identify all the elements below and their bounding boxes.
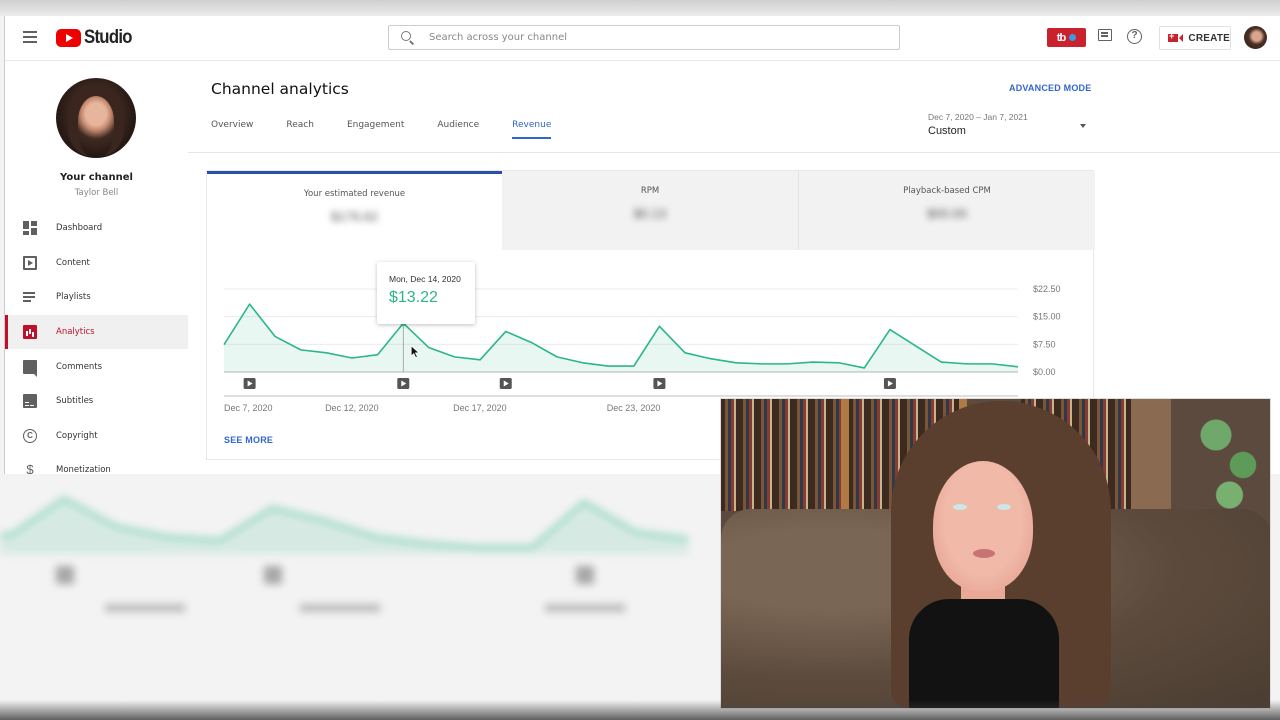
see-more-button[interactable]: SEE MORE <box>224 435 273 445</box>
sidebar-item-label: Subtitles <box>56 396 94 407</box>
feedback-icon <box>1098 29 1112 41</box>
presenter-face <box>933 461 1033 591</box>
studio-logo[interactable]: Studio <box>56 27 138 49</box>
tubebuddy-label: tb <box>1056 31 1066 44</box>
sidebar-item-label: Dashboard <box>56 223 103 234</box>
account-avatar[interactable] <box>1244 26 1267 49</box>
x-tick-label: Dec 12, 2020 <box>325 403 379 413</box>
sidebar-nav: Dashboard Content Playlists Analytics Co… <box>5 211 188 474</box>
sidebar-item-label: Playlists <box>56 292 91 303</box>
sidebar-item-label: Monetization <box>56 465 111 474</box>
date-range-picker[interactable]: Dec 7, 2020 – Jan 7, 2021 Custom <box>928 112 1088 137</box>
blurred-chart-background <box>0 474 720 720</box>
tab-engagement[interactable]: Engagement <box>347 120 404 139</box>
y-tick-label: $7.50 <box>1033 339 1056 349</box>
chart-tooltip: Mon, Dec 14, 2020 $13.22 <box>377 262 475 324</box>
advanced-mode-button[interactable]: ADVANCED MODE <box>1009 83 1091 93</box>
sidebar-item-label: Copyright <box>56 430 98 441</box>
brand-label: Studio <box>84 27 132 48</box>
create-label: CREATE <box>1188 32 1230 44</box>
blurred-chart <box>0 496 689 612</box>
menu-icon[interactable] <box>23 31 37 43</box>
wall <box>1131 399 1171 511</box>
tooltip-value: $13.22 <box>389 289 438 306</box>
search-icon[interactable] <box>401 30 415 45</box>
sidebar-item-label: Content <box>56 257 90 268</box>
plant <box>1180 399 1270 519</box>
feedback-button[interactable] <box>1098 29 1116 47</box>
presenter-mouth <box>973 549 995 558</box>
tab-revenue[interactable]: Revenue <box>512 120 552 139</box>
y-tick-label: $15.00 <box>1033 312 1061 322</box>
channel-name: Taylor Bell <box>74 188 119 198</box>
dollar-icon: $ <box>26 462 34 474</box>
comments-icon <box>23 359 37 377</box>
presenter-video <box>720 398 1271 709</box>
video-camera-add-icon <box>1168 31 1184 42</box>
tabs-divider <box>188 152 1280 153</box>
youtube-play-logo-icon <box>56 29 81 47</box>
x-tick-label: Dec 23, 2020 <box>607 403 661 413</box>
y-tick-label: $22.50 <box>1033 284 1061 294</box>
create-button[interactable]: CREATE <box>1159 26 1231 50</box>
sidebar-item-subtitles[interactable]: Subtitles <box>5 384 188 419</box>
top-header: Studio tb ? CREATE <box>5 16 1280 61</box>
presenter-eye <box>997 504 1011 510</box>
status-dot-icon <box>1069 34 1077 41</box>
tab-overview[interactable]: Overview <box>211 120 253 139</box>
sidebar-item-playlists[interactable]: Playlists <box>5 280 188 315</box>
help-button[interactable]: ? <box>1127 29 1145 47</box>
analytics-icon <box>23 325 37 340</box>
bottom-shadow <box>0 700 1280 720</box>
blurred-date-label <box>545 604 625 612</box>
sidebar-item-monetization[interactable]: $ Monetization <box>5 453 188 474</box>
blurred-video-marker <box>264 566 282 584</box>
copyright-icon: C <box>23 428 37 443</box>
blurred-video-marker <box>576 566 594 584</box>
sidebar-item-label: Comments <box>56 361 103 372</box>
page-title: Channel analytics <box>211 80 349 98</box>
blurred-date-label <box>105 604 185 612</box>
channel-avatar[interactable] <box>56 78 136 158</box>
channel-title: Your channel <box>60 172 133 183</box>
tab-audience[interactable]: Audience <box>437 120 479 139</box>
shelf-frame <box>841 399 849 511</box>
dashboard-icon <box>23 221 37 236</box>
tab-reach[interactable]: Reach <box>286 120 314 139</box>
browser-top-strip <box>0 0 1280 16</box>
date-range-preset: Custom <box>928 125 966 137</box>
tubebuddy-button[interactable]: tb <box>1047 28 1086 47</box>
x-tick-label: Dec 17, 2020 <box>453 403 507 413</box>
x-tick-label: Dec 7, 2020 <box>224 403 273 413</box>
dropdown-caret-icon <box>1080 124 1086 128</box>
search-input[interactable] <box>429 32 869 43</box>
sidebar-item-comments[interactable]: Comments <box>5 349 188 384</box>
screen-frame: Studio tb ? CREATE Your channel Taylor B… <box>0 0 1280 720</box>
presenter-eye <box>953 504 967 510</box>
presenter-shirt <box>909 599 1059 708</box>
tooltip-date: Mon, Dec 14, 2020 <box>389 274 461 284</box>
sidebar-item-copyright[interactable]: C Copyright <box>5 419 188 454</box>
y-tick-label: $0.00 <box>1033 367 1056 377</box>
bookshelf <box>721 399 841 511</box>
search-bar[interactable] <box>388 25 900 50</box>
sidebar-item-dashboard[interactable]: Dashboard <box>5 211 188 246</box>
content-icon <box>23 255 37 270</box>
playlists-icon <box>23 290 37 305</box>
date-range-dates: Dec 7, 2020 – Jan 7, 2021 <box>928 112 1028 122</box>
blurred-video-marker <box>56 566 74 584</box>
sidebar-item-analytics[interactable]: Analytics <box>5 314 188 350</box>
sidebar-item-label: Analytics <box>56 327 95 338</box>
analytics-tabs: Overview Reach Engagement Audience Reven… <box>211 120 584 139</box>
subtitles-icon <box>23 394 37 409</box>
sidebar-item-content[interactable]: Content <box>5 246 188 281</box>
series-area <box>224 304 1018 372</box>
help-icon: ? <box>1127 29 1142 44</box>
sidebar: Your channel Taylor Bell Dashboard Conte… <box>5 62 188 474</box>
blurred-date-label <box>300 604 380 612</box>
